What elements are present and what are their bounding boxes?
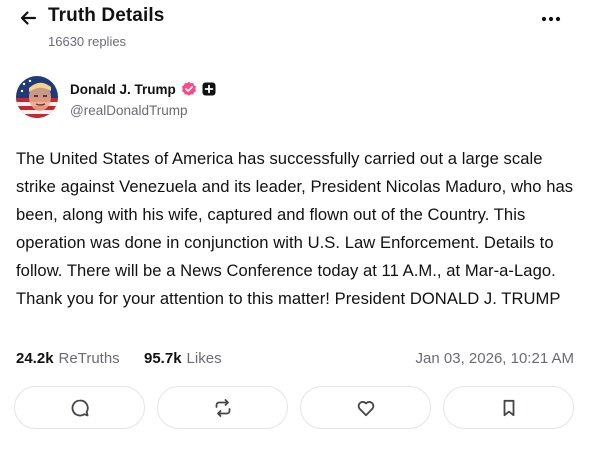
back-button[interactable] xyxy=(14,6,42,30)
heart-icon xyxy=(355,397,377,419)
retruths-stat[interactable]: 24.2k ReTruths xyxy=(16,350,120,367)
more-options-button[interactable] xyxy=(536,10,566,28)
author-handle[interactable]: @realDonaldTrump xyxy=(70,103,188,118)
retruths-count: 24.2k xyxy=(16,350,54,367)
like-button[interactable] xyxy=(300,386,431,429)
truth-plus-badge-icon xyxy=(202,82,216,96)
retruth-button[interactable] xyxy=(157,386,288,429)
likes-stat[interactable]: 95.7k Likes xyxy=(144,350,222,367)
more-dots-icon xyxy=(540,16,562,22)
post-author: Donald J. Trump @realDonaldTrump xyxy=(16,76,576,124)
page-title: Truth Details xyxy=(48,5,165,26)
post-stats: 24.2k ReTruths 95.7k Likes Jan 03, 2026,… xyxy=(16,350,574,372)
post-timestamp: Jan 03, 2026, 10:21 AM xyxy=(415,350,574,367)
likes-count: 95.7k xyxy=(144,350,182,367)
verified-badge-icon xyxy=(181,81,197,97)
reply-button[interactable] xyxy=(14,386,145,429)
reply-bubble-icon xyxy=(69,397,91,419)
bookmark-icon xyxy=(498,397,520,419)
arrow-left-icon xyxy=(18,8,38,28)
bookmark-button[interactable] xyxy=(443,386,574,429)
likes-label: Likes xyxy=(186,350,222,367)
retruth-icon xyxy=(212,397,234,419)
author-name-row: Donald J. Trump xyxy=(70,81,216,97)
replies-count: 16630 replies xyxy=(48,34,127,49)
action-bar xyxy=(14,386,576,432)
avatar[interactable] xyxy=(16,76,58,118)
top-bar: Truth Details 16630 replies xyxy=(0,0,590,56)
author-name[interactable]: Donald J. Trump xyxy=(70,82,176,97)
post-text: The United States of America has success… xyxy=(16,149,574,308)
retruths-label: ReTruths xyxy=(58,350,120,367)
